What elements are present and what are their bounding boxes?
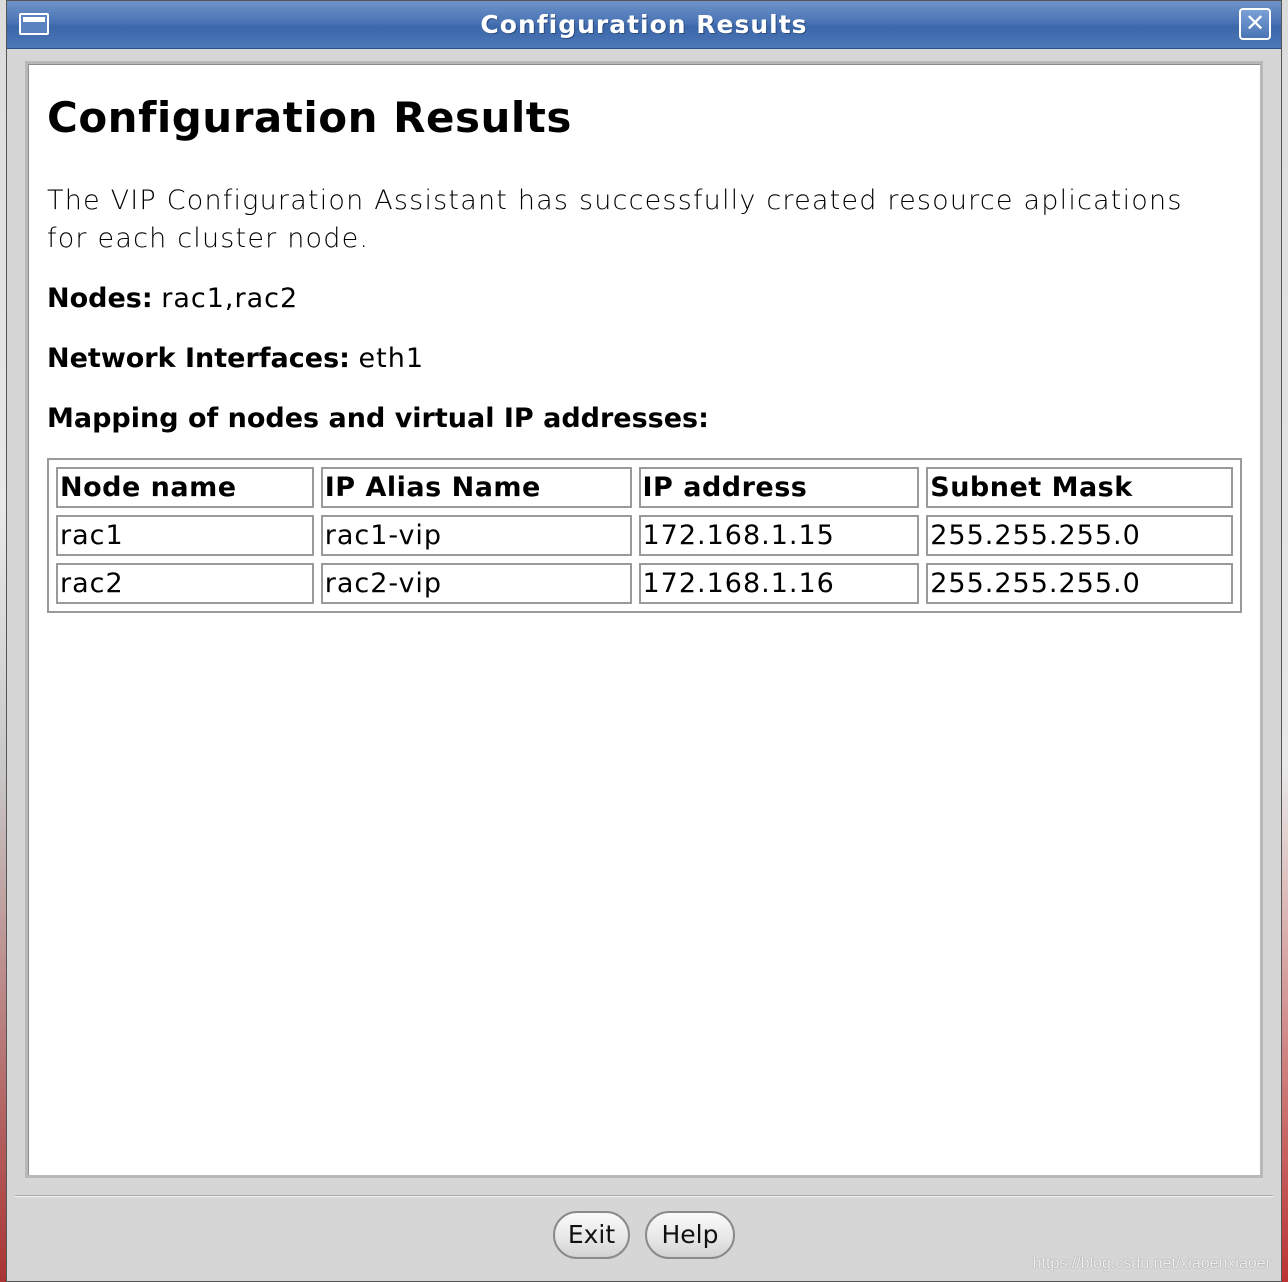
cell-ip-address: 172.168.1.16 xyxy=(638,563,920,604)
cell-ip-alias-name: rac2-vip xyxy=(320,563,632,604)
header-node-name: Node name xyxy=(56,467,314,508)
table-row: rac1 rac1-vip 172.168.1.15 255.255.255.0 xyxy=(56,515,1233,556)
mapping-table: Node name IP Alias Name IP address Subne… xyxy=(47,458,1242,613)
cell-node-name: rac2 xyxy=(56,563,314,604)
mapping-heading: Mapping of nodes and virtual IP addresse… xyxy=(47,403,709,434)
cell-subnet-mask: 255.255.255.0 xyxy=(926,515,1233,556)
interfaces-value: eth1 xyxy=(358,343,425,374)
cell-subnet-mask: 255.255.255.0 xyxy=(926,563,1233,604)
content-body: Configuration Results The VIP Configurat… xyxy=(47,90,1244,613)
cell-ip-address: 172.168.1.15 xyxy=(638,515,920,556)
table-header-row: Node name IP Alias Name IP address Subne… xyxy=(56,467,1233,508)
header-ip-address: IP address xyxy=(638,467,920,508)
nodes-value: rac1,rac2 xyxy=(161,283,299,314)
interfaces-label: Network Interfaces: xyxy=(47,343,350,374)
watermark-text: https://blog.csdn.net/xiaoenxiaoer xyxy=(1032,1255,1271,1272)
nodes-info: Nodes: rac1,rac2 xyxy=(47,280,1244,318)
nodes-label: Nodes: xyxy=(47,283,153,314)
header-subnet-mask: Subnet Mask xyxy=(926,467,1233,508)
close-button[interactable]: ✕ xyxy=(1239,8,1271,40)
cell-node-name: rac1 xyxy=(56,515,314,556)
title-bar[interactable]: Configuration Results ✕ xyxy=(7,1,1281,49)
exit-button[interactable]: Exit xyxy=(553,1211,630,1259)
page-title: Configuration Results xyxy=(47,93,572,142)
interfaces-info: Network Interfaces: eth1 xyxy=(47,340,1244,378)
help-button[interactable]: Help xyxy=(645,1211,735,1259)
cell-ip-alias-name: rac1-vip xyxy=(320,515,632,556)
content-panel: Configuration Results The VIP Configurat… xyxy=(25,61,1263,1178)
dialog-window: Configuration Results ✕ Configuration Re… xyxy=(6,0,1282,1282)
button-bar-separator xyxy=(15,1195,1273,1197)
header-ip-alias-name: IP Alias Name xyxy=(320,467,632,508)
description-text: The VIP Configuration Assistant has succ… xyxy=(47,185,1183,254)
window-title: Configuration Results xyxy=(480,10,808,39)
table-row: rac2 rac2-vip 172.168.1.16 255.255.255.0 xyxy=(56,563,1233,604)
